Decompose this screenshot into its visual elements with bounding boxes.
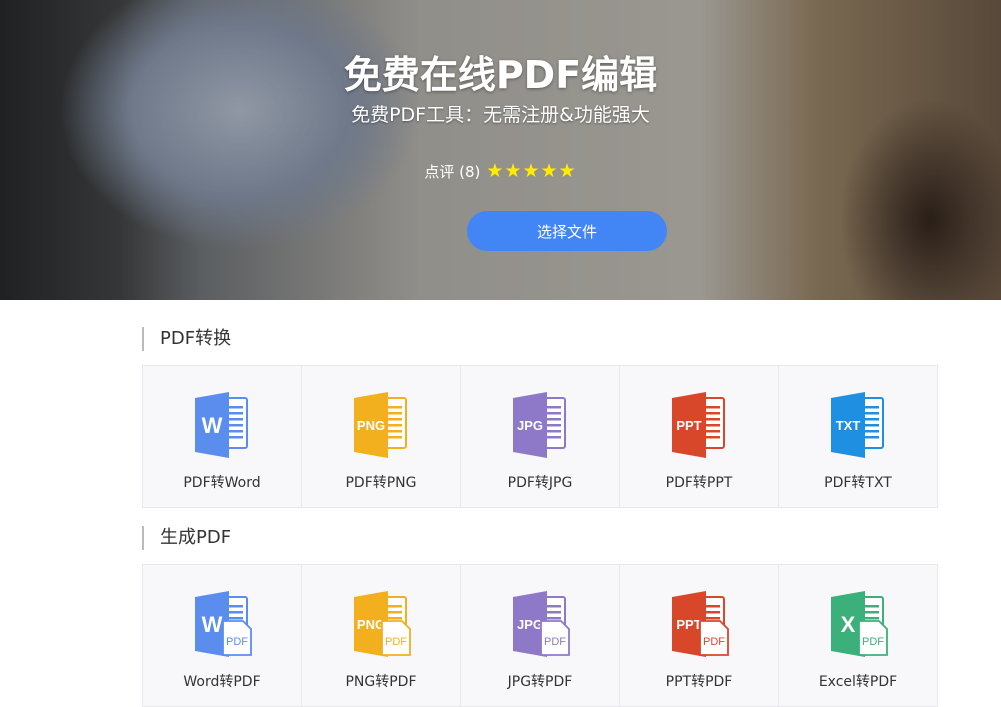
excel-to-pdf-icon: X PDF [831,591,888,657]
png-icon: PNG [354,392,407,458]
rating-label: 点评 (8) [424,162,481,181]
page-title: 免费在线PDF编辑 [343,53,658,97]
section-pdf-convert: PDF转换 W PDF转Word PNG PDF转PNG JPG PDF转JPG PP… [142,327,938,508]
pdf-badge: PDF [862,636,884,648]
svg-text:PNG: PNG [357,617,385,632]
tool-label: JPG转PDF [507,674,573,690]
choose-file-button[interactable]: 选择文件 [467,211,667,251]
tool-grid: W PDF转Word PNG PDF转PNG JPG PDF转JPG PPT PDF转P… [142,365,938,508]
svg-text:TXT: TXT [836,418,861,433]
svg-text:W: W [202,612,223,637]
ppt-to-pdf-icon: PPTPDF [672,591,729,657]
section-title: PDF转换 [142,327,938,351]
section-create-pdf: 生成PDF W PDF Word转PDF PNG PDF PNG转PDF JPG PDF J… [142,526,938,707]
tool-label: PPT转PDF [665,674,733,690]
page-subtitle: 免费PDF工具：无需注册&功能强大 [351,104,650,126]
pdf-badge: PDF [703,636,725,648]
tool-label: PDF转JPG [507,475,573,491]
jpg-to-pdf-icon: JPGPDF [513,591,570,657]
pdf-badge: PDF [544,636,566,648]
tool-PNG转PDF[interactable]: PNG PDF PNG转PDF [302,565,461,706]
tool-label: Word转PDF [183,674,261,690]
svg-text:PNG: PNG [357,418,385,433]
tool-PDF转PPT[interactable]: PPT PDF转PPT [620,366,779,507]
tool-label: PDF转Word [183,475,261,491]
word-to-pdf-icon: WPDF [195,591,252,657]
tool-Excel转PDF[interactable]: X PDF Excel转PDF [779,565,937,706]
svg-text:X: X [841,612,856,637]
jpg-icon: JPG [513,392,566,458]
section-title: 生成PDF [142,526,938,550]
tool-PPT转PDF[interactable]: PPT PDF PPT转PDF [620,565,779,706]
svg-text:JPG: JPG [517,418,543,433]
svg-text:JPG: JPG [517,617,543,632]
tool-grid: W PDF Word转PDF PNG PDF PNG转PDF JPG PDF JPG转PDF… [142,564,938,707]
tool-PDF转TXT[interactable]: TXT PDF转TXT [779,366,937,507]
tool-PDF转Word[interactable]: W PDF转Word [143,366,302,507]
tool-label: PDF转PPT [665,475,733,491]
hero-banner: 免费在线PDF编辑 免费PDF工具：无需注册&功能强大 点评 (8) ★★★★★… [0,0,1001,300]
word-icon: W [195,392,248,458]
tool-Word转PDF[interactable]: W PDF Word转PDF [143,565,302,706]
svg-text:W: W [202,413,223,438]
tool-PDF转JPG[interactable]: JPG PDF转JPG [461,366,620,507]
ppt-icon: PPT [672,392,725,458]
tool-JPG转PDF[interactable]: JPG PDF JPG转PDF [461,565,620,706]
rating: 点评 (8) ★★★★★ [0,160,1001,182]
txt-icon: TXT [831,392,884,458]
tool-label: PNG转PDF [345,674,417,690]
pdf-badge: PDF [226,636,248,648]
png-to-pdf-icon: PNGPDF [354,591,411,657]
svg-text:PPT: PPT [676,617,701,632]
svg-text:PPT: PPT [676,418,701,433]
tool-label: PDF转TXT [824,475,892,491]
tool-label: Excel转PDF [818,674,898,690]
tool-label: PDF转PNG [345,475,417,491]
pdf-badge: PDF [385,636,407,648]
star-icons: ★★★★★ [486,160,577,182]
tool-PDF转PNG[interactable]: PNG PDF转PNG [302,366,461,507]
